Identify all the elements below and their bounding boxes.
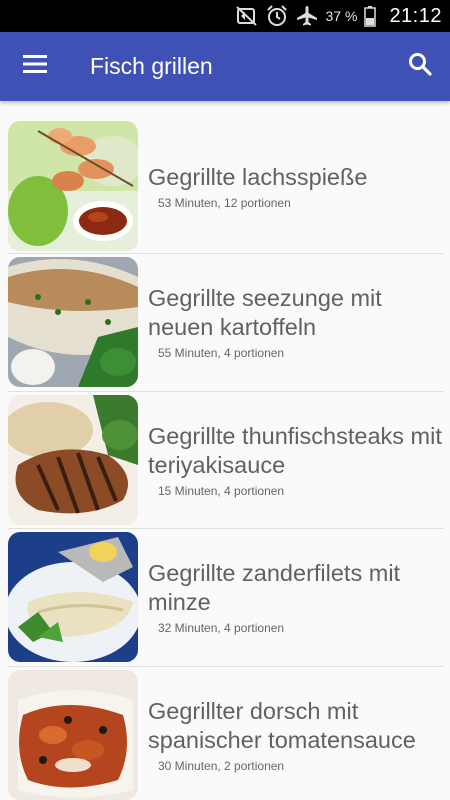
app-bar: Fisch grillen <box>0 32 450 101</box>
recipe-meta: 30 Minuten, 2 portionen <box>158 758 285 773</box>
salmon-skewers-image <box>8 121 138 251</box>
alarm-icon <box>266 5 288 27</box>
list-item[interactable]: Gegrillte thunfischsteaks mit teriyakisa… <box>8 392 444 529</box>
recipe-meta: 53 Minuten, 12 portionen <box>158 195 291 210</box>
menu-button[interactable] <box>0 32 70 101</box>
tuna-steak-image <box>8 394 138 525</box>
recipe-title: Gegrillte zanderfilets mit minze <box>148 560 401 616</box>
search-icon <box>408 52 432 81</box>
recipe-title: Gegrillte lachsspieße <box>148 163 368 190</box>
battery-percent: 37 % <box>325 8 358 24</box>
zander-fillet-image <box>8 532 138 663</box>
cod-tomato-sauce-image <box>8 669 138 800</box>
page-title: Fisch grillen <box>90 53 213 79</box>
recipe-meta: 15 Minuten, 4 portionen <box>158 483 285 498</box>
list-item[interactable]: Gegrillter dorsch mit spanischer tomaten… <box>8 667 444 800</box>
recipe-title: Gegrillte thunfischsteaks mit teriyakisa… <box>148 422 442 478</box>
list-item[interactable]: Gegrillte zanderfilets mit minze 32 Minu… <box>8 529 444 667</box>
battery-icon <box>363 5 377 27</box>
recipe-title: Gegrillte seezunge mit neuen kartoffeln <box>148 285 382 341</box>
recipe-title: Gegrillter dorsch mit spanischer tomaten… <box>148 697 416 753</box>
recipe-meta: 32 Minuten, 4 portionen <box>158 621 285 636</box>
list-item[interactable]: Gegrillte lachsspieße 53 Minuten, 12 por… <box>8 119 444 254</box>
recipe-meta: 55 Minuten, 4 portionen <box>158 346 285 361</box>
list-item[interactable]: Gegrillte seezunge mit neuen kartoffeln … <box>8 254 444 392</box>
sole-with-potatoes-image <box>8 257 138 388</box>
mute-icon <box>235 5 258 27</box>
search-button[interactable] <box>390 32 450 101</box>
status-clock: 21:12 <box>389 4 442 27</box>
hamburger-menu-icon <box>23 54 47 79</box>
recipe-list: Gegrillte lachsspieße 53 Minuten, 12 por… <box>0 101 450 800</box>
status-bar: 37 % 21:12 <box>0 0 450 32</box>
airplane-mode-icon <box>296 5 318 27</box>
